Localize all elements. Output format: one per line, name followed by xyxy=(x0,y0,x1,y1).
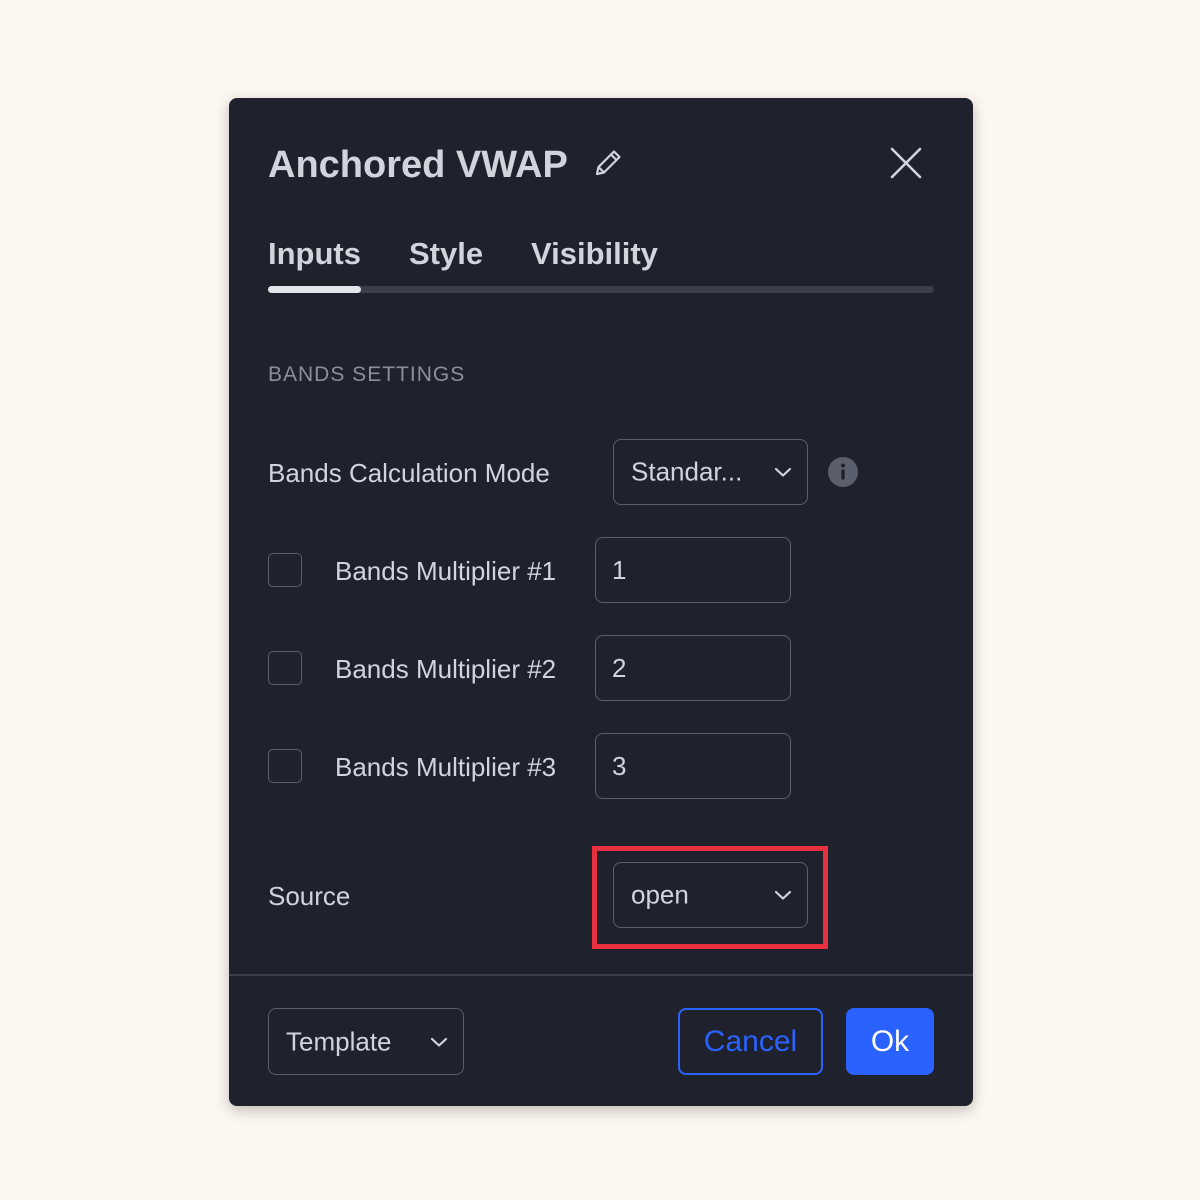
calc-mode-select[interactable]: Standar... xyxy=(613,439,808,505)
multiplier-1-input[interactable] xyxy=(595,537,791,603)
tab-visibility[interactable]: Visibility xyxy=(531,234,658,274)
cancel-button[interactable]: Cancel xyxy=(678,1008,823,1075)
active-tab-indicator xyxy=(268,286,361,293)
multiplier-2-label: Bands Multiplier #2 xyxy=(335,654,557,684)
dialog-title: Anchored VWAP xyxy=(268,144,568,186)
template-label: Template xyxy=(286,1026,392,1056)
multiplier-1-label: Bands Multiplier #1 xyxy=(335,556,557,586)
source-label: Source xyxy=(268,881,351,911)
indicator-settings-dialog: Anchored VWAP Inputs Style Visibility BA… xyxy=(229,98,973,1106)
info-icon[interactable] xyxy=(827,456,859,488)
multiplier-3-checkbox[interactable] xyxy=(268,749,302,783)
calc-mode-label: Bands Calculation Mode xyxy=(268,458,550,488)
chevron-down-icon xyxy=(774,467,792,477)
close-icon[interactable] xyxy=(887,144,925,182)
multiplier-2-input[interactable] xyxy=(595,635,791,701)
multiplier-3-input[interactable] xyxy=(595,733,791,799)
template-select[interactable]: Template xyxy=(268,1008,464,1075)
multiplier-2-checkbox[interactable] xyxy=(268,651,302,685)
pencil-icon[interactable] xyxy=(591,146,625,180)
multiplier-1-checkbox[interactable] xyxy=(268,553,302,587)
source-highlight-box xyxy=(592,846,828,949)
chevron-down-icon xyxy=(430,1037,448,1047)
calc-mode-value: Standar... xyxy=(631,456,743,487)
multiplier-3-label: Bands Multiplier #3 xyxy=(335,752,557,782)
tab-track xyxy=(268,286,934,293)
tab-style[interactable]: Style xyxy=(409,234,483,274)
footer-divider xyxy=(229,974,973,976)
tab-inputs[interactable]: Inputs xyxy=(268,234,361,274)
ok-button[interactable]: Ok xyxy=(846,1008,934,1075)
section-title: BANDS SETTINGS xyxy=(268,363,466,386)
